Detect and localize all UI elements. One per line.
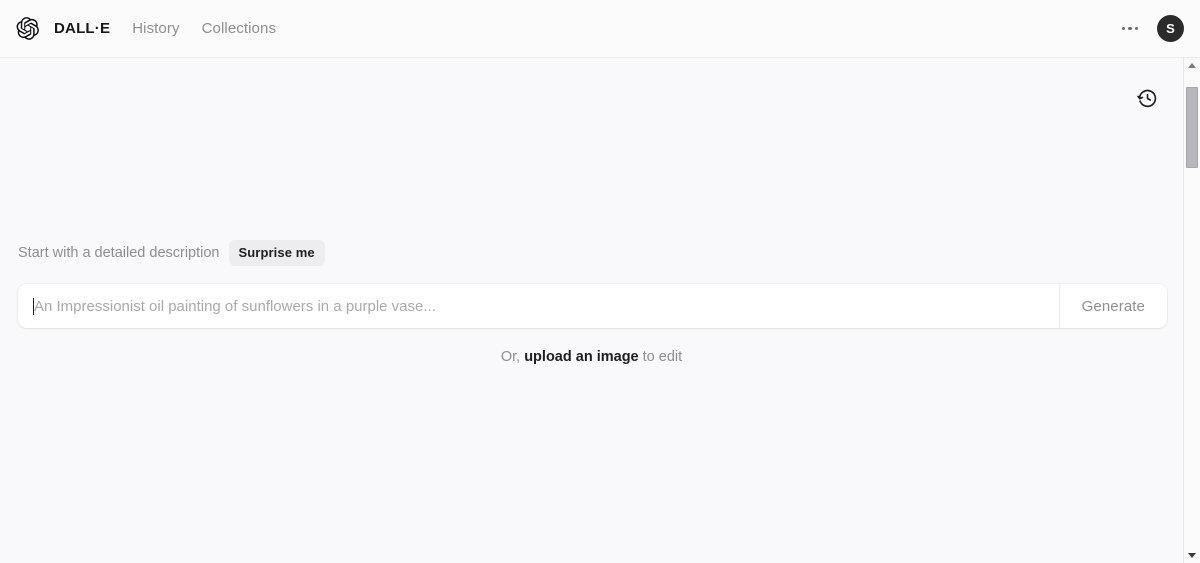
upload-an-image-link[interactable]: upload an image bbox=[524, 349, 638, 365]
prompt-hint-label: Start with a detailed description bbox=[18, 244, 220, 261]
openai-logo-icon[interactable] bbox=[14, 16, 40, 42]
avatar[interactable]: S bbox=[1157, 15, 1184, 42]
prompt-input-bar: Generate bbox=[18, 284, 1167, 328]
main-nav: DALL·E History Collections bbox=[54, 21, 276, 36]
main-content: Start with a detailed description Surpri… bbox=[0, 58, 1183, 563]
chevron-up-icon[interactable] bbox=[1184, 58, 1200, 73]
chevron-down-icon[interactable] bbox=[1184, 548, 1200, 563]
prompt-hint-row: Start with a detailed description Surpri… bbox=[0, 240, 1183, 266]
dalle-app-window: DALL·E History Collections S Start with … bbox=[0, 0, 1200, 563]
image-canvas-area bbox=[0, 58, 1183, 240]
nav-item-history[interactable]: History bbox=[132, 21, 179, 36]
upload-an-image-row: Or, upload an image to edit bbox=[0, 350, 1183, 365]
nav-item-dalle[interactable]: DALL·E bbox=[54, 21, 110, 36]
generate-button[interactable]: Generate bbox=[1058, 284, 1167, 328]
upload-suffix-text: to edit bbox=[638, 349, 683, 365]
surprise-me-button[interactable]: Surprise me bbox=[228, 240, 325, 266]
body-row: Start with a detailed description Surpri… bbox=[0, 58, 1200, 563]
upload-prefix-text: Or, bbox=[500, 349, 525, 365]
prompt-section: Start with a detailed description Surpri… bbox=[0, 240, 1183, 365]
top-header: DALL·E History Collections S bbox=[0, 0, 1200, 58]
nav-item-collections[interactable]: Collections bbox=[202, 21, 276, 36]
scrollbar-track[interactable] bbox=[1184, 73, 1200, 548]
vertical-scrollbar[interactable] bbox=[1183, 58, 1200, 563]
prompt-input-wrapper[interactable] bbox=[18, 284, 1059, 328]
header-actions: S bbox=[1117, 15, 1184, 42]
prompt-input[interactable] bbox=[34, 284, 1043, 328]
scrollbar-thumb[interactable] bbox=[1186, 87, 1198, 168]
ellipsis-icon[interactable] bbox=[1117, 16, 1143, 42]
